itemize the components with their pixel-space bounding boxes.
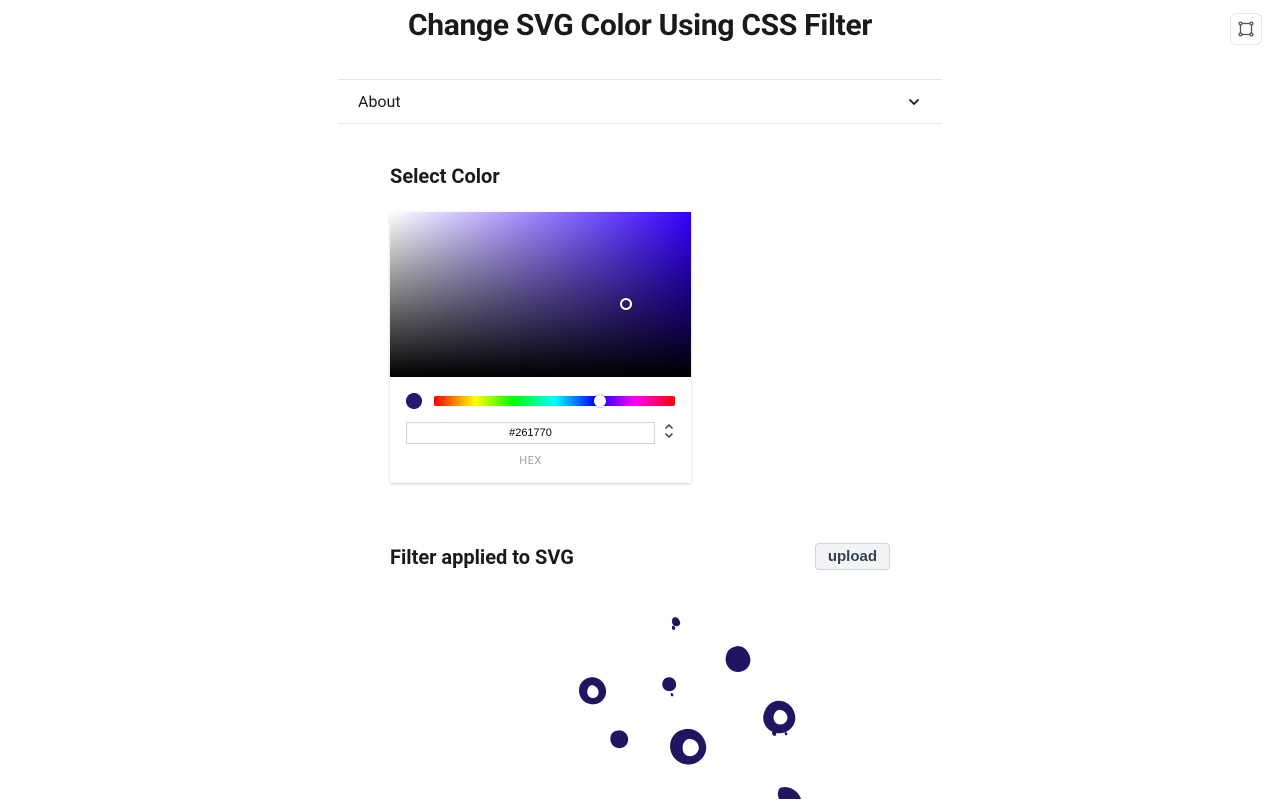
viewport-tool-button[interactable] [1230,13,1262,45]
about-accordion: About [338,79,942,124]
saturation-pointer[interactable] [620,298,632,310]
page-title: Change SVG Color Using CSS Filter [338,8,942,43]
color-picker: hex [390,212,691,483]
hue-slider[interactable] [434,396,675,406]
select-color-heading: Select Color [390,164,890,188]
hex-input[interactable] [406,422,655,444]
format-toggle[interactable] [663,421,675,439]
about-accordion-header[interactable]: About [338,80,942,123]
chevron-down-icon [663,431,675,439]
upload-button[interactable]: upload [815,543,890,570]
accordion-label: About [358,92,401,111]
hue-pointer[interactable] [594,395,606,407]
saturation-area[interactable] [390,212,691,377]
chevron-up-icon [663,423,675,431]
bounding-box-icon [1238,21,1254,37]
svg-preview [390,610,890,800]
chevron-down-icon [906,94,922,110]
saturation-black-overlay [390,212,691,377]
color-swatch [406,393,422,409]
hex-label: hex [406,454,655,467]
filter-applied-heading: Filter applied to SVG [390,545,574,569]
